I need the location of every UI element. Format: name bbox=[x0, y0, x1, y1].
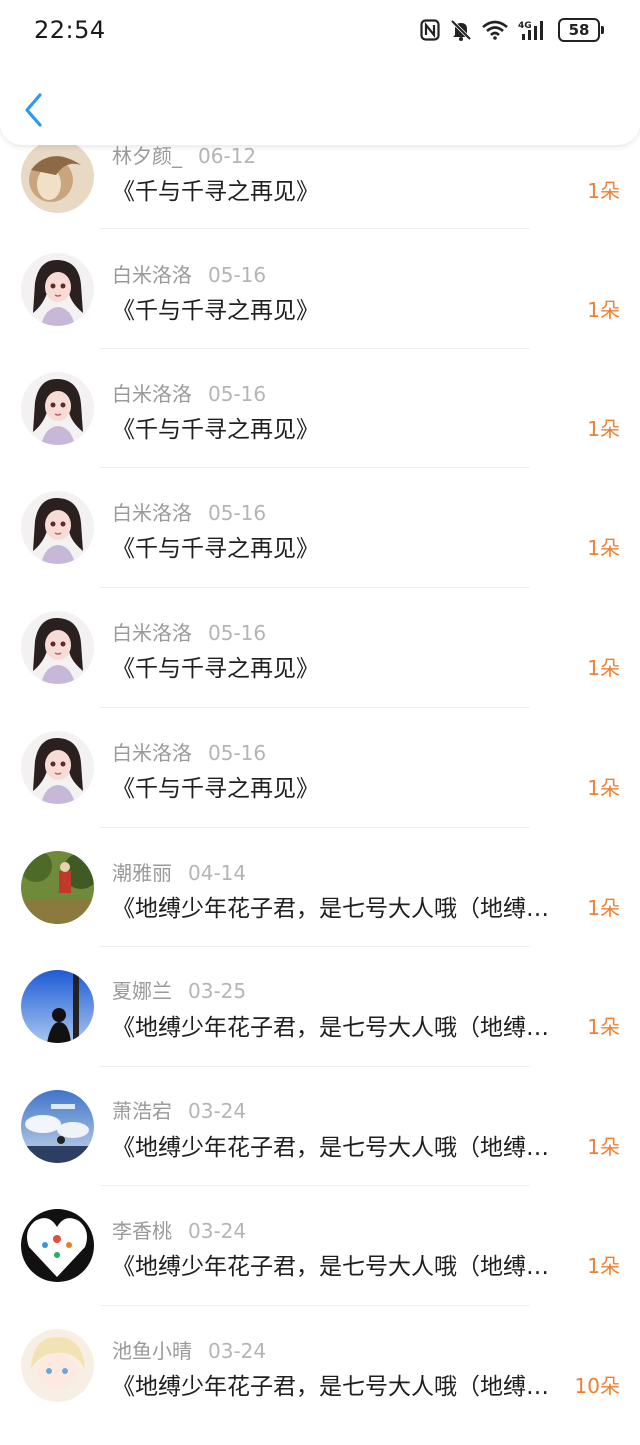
item-date: 04-14 bbox=[188, 861, 247, 885]
item-meta: 白米洛洛 05-16 bbox=[112, 259, 266, 288]
item-title: 《地缚少年花子君，是七号大人哦（地缚… bbox=[112, 896, 549, 922]
item-amount: 1朵 bbox=[587, 656, 620, 680]
item-meta: 白米洛洛 05-16 bbox=[112, 497, 266, 526]
item-title: 《千与千寻之再见》 bbox=[112, 656, 319, 682]
item-date: 06-12 bbox=[198, 144, 257, 168]
item-date: 05-16 bbox=[208, 621, 267, 645]
battery-icon: 58 bbox=[558, 18, 604, 42]
status-icons: 4G 58 bbox=[420, 18, 604, 42]
item-meta: 白米洛洛 05-16 bbox=[112, 617, 266, 646]
signal-4g-icon: 4G bbox=[518, 19, 548, 41]
item-meta: 李香桃 03-24 bbox=[112, 1215, 246, 1244]
item-amount: 1朵 bbox=[587, 536, 620, 560]
forest-photo-avatar[interactable] bbox=[21, 851, 94, 924]
anime-girl-avatar[interactable] bbox=[21, 372, 94, 445]
item-meta: 萧浩宕 03-24 bbox=[112, 1095, 246, 1124]
user-name: 白米洛洛 bbox=[112, 621, 192, 645]
back-button[interactable] bbox=[20, 92, 50, 128]
item-title: 《地缚少年花子君，是七号大人哦（地缚… bbox=[112, 1135, 549, 1161]
item-title: 《千与千寻之再见》 bbox=[112, 298, 319, 324]
item-meta: 池鱼小晴 03-24 bbox=[112, 1335, 266, 1364]
nfc-icon bbox=[420, 19, 440, 41]
anime-girl-avatar[interactable] bbox=[21, 491, 94, 564]
user-name: 李香桃 bbox=[112, 1219, 172, 1243]
divider bbox=[100, 1066, 530, 1067]
user-name: 白米洛洛 bbox=[112, 382, 192, 406]
item-meta: 白米洛洛 05-16 bbox=[112, 737, 266, 766]
cloud-sky-avatar[interactable] bbox=[21, 1090, 94, 1163]
anime-girl-avatar[interactable] bbox=[21, 253, 94, 326]
item-meta: 潮雅丽 04-14 bbox=[112, 857, 246, 886]
divider bbox=[100, 707, 530, 708]
list-item[interactable]: 池鱼小晴 03-24 《地缚少年花子君，是七号大人哦（地缚… 10朵 bbox=[0, 1325, 640, 1445]
status-time: 22:54 bbox=[34, 16, 106, 44]
user-name: 白米洛洛 bbox=[112, 741, 192, 765]
item-amount: 1朵 bbox=[587, 896, 620, 920]
divider bbox=[100, 587, 530, 588]
item-amount: 1朵 bbox=[587, 776, 620, 800]
item-amount: 1朵 bbox=[587, 179, 620, 203]
battery-level: 58 bbox=[558, 18, 600, 42]
item-meta: 夏娜兰 03-25 bbox=[112, 975, 246, 1004]
svg-text:4G: 4G bbox=[518, 21, 532, 31]
portrait-sepia-avatar[interactable] bbox=[21, 140, 94, 213]
item-title: 《千与千寻之再见》 bbox=[112, 536, 319, 562]
item-amount: 1朵 bbox=[587, 417, 620, 441]
item-amount: 1朵 bbox=[587, 1254, 620, 1278]
divider bbox=[100, 946, 530, 947]
divider bbox=[100, 348, 530, 349]
divider bbox=[100, 1305, 530, 1306]
item-date: 03-24 bbox=[208, 1339, 267, 1363]
item-title: 《地缚少年花子君，是七号大人哦（地缚… bbox=[112, 1374, 549, 1400]
divider bbox=[100, 827, 530, 828]
item-meta: 白米洛洛 05-16 bbox=[112, 378, 266, 407]
item-date: 05-16 bbox=[208, 741, 267, 765]
user-name: 白米洛洛 bbox=[112, 263, 192, 287]
list-item[interactable]: 白米洛洛 05-16 《千与千寻之再见》 1朵 bbox=[0, 249, 640, 369]
item-title: 《千与千寻之再见》 bbox=[112, 179, 319, 205]
item-date: 03-24 bbox=[188, 1219, 247, 1243]
list-item[interactable]: 林夕颜_ 06-12 《千与千寻之再见》 1朵 bbox=[0, 130, 640, 250]
user-name: 夏娜兰 bbox=[112, 979, 172, 1003]
user-name: 林夕颜_ bbox=[112, 144, 182, 168]
divider bbox=[100, 1185, 530, 1186]
item-amount: 1朵 bbox=[587, 1015, 620, 1039]
item-date: 03-25 bbox=[188, 979, 247, 1003]
list-item[interactable]: 李香桃 03-24 《地缚少年花子君，是七号大人哦（地缚… 1朵 bbox=[0, 1205, 640, 1325]
item-title: 《千与千寻之再见》 bbox=[112, 776, 319, 802]
list-item[interactable]: 白米洛洛 05-16 《千与千寻之再见》 1朵 bbox=[0, 368, 640, 488]
wifi-icon bbox=[482, 20, 508, 40]
item-amount: 10朵 bbox=[574, 1374, 620, 1398]
user-name: 白米洛洛 bbox=[112, 501, 192, 525]
anime-girl-avatar[interactable] bbox=[21, 731, 94, 804]
item-title: 《地缚少年花子君，是七号大人哦（地缚… bbox=[112, 1015, 549, 1041]
list-item[interactable]: 夏娜兰 03-25 《地缚少年花子君，是七号大人哦（地缚… 1朵 bbox=[0, 966, 640, 1086]
item-title: 《千与千寻之再见》 bbox=[112, 417, 319, 443]
list-item[interactable]: 白米洛洛 05-16 《千与千寻之再见》 1朵 bbox=[0, 487, 640, 607]
user-name: 萧浩宕 bbox=[112, 1099, 172, 1123]
sky-silhouette-avatar[interactable] bbox=[21, 970, 94, 1043]
cartoon-girl-avatar[interactable] bbox=[21, 1329, 94, 1402]
chevron-left-icon bbox=[25, 93, 42, 127]
item-date: 03-24 bbox=[188, 1099, 247, 1123]
user-name: 池鱼小晴 bbox=[112, 1339, 192, 1363]
item-title: 《地缚少年花子君，是七号大人哦（地缚… bbox=[112, 1254, 549, 1280]
user-name: 潮雅丽 bbox=[112, 861, 172, 885]
item-amount: 1朵 bbox=[587, 298, 620, 322]
list-item[interactable]: 白米洛洛 05-16 《千与千寻之再见》 1朵 bbox=[0, 607, 640, 727]
mute-icon bbox=[450, 19, 472, 41]
list-item[interactable]: 潮雅丽 04-14 《地缚少年花子君，是七号大人哦（地缚… 1朵 bbox=[0, 847, 640, 967]
item-date: 05-16 bbox=[208, 382, 267, 406]
top-bar: 22:54 4G 58 bbox=[0, 0, 640, 145]
divider bbox=[100, 467, 530, 468]
divider bbox=[100, 228, 530, 229]
list-item[interactable]: 萧浩宕 03-24 《地缚少年花子君，是七号大人哦（地缚… 1朵 bbox=[0, 1086, 640, 1206]
battery-tip bbox=[601, 26, 604, 34]
heart-diagram-avatar[interactable] bbox=[21, 1209, 94, 1282]
item-amount: 1朵 bbox=[587, 1135, 620, 1159]
anime-girl-avatar[interactable] bbox=[21, 611, 94, 684]
item-date: 05-16 bbox=[208, 263, 267, 287]
list-item[interactable]: 白米洛洛 05-16 《千与千寻之再见》 1朵 bbox=[0, 727, 640, 847]
item-date: 05-16 bbox=[208, 501, 267, 525]
